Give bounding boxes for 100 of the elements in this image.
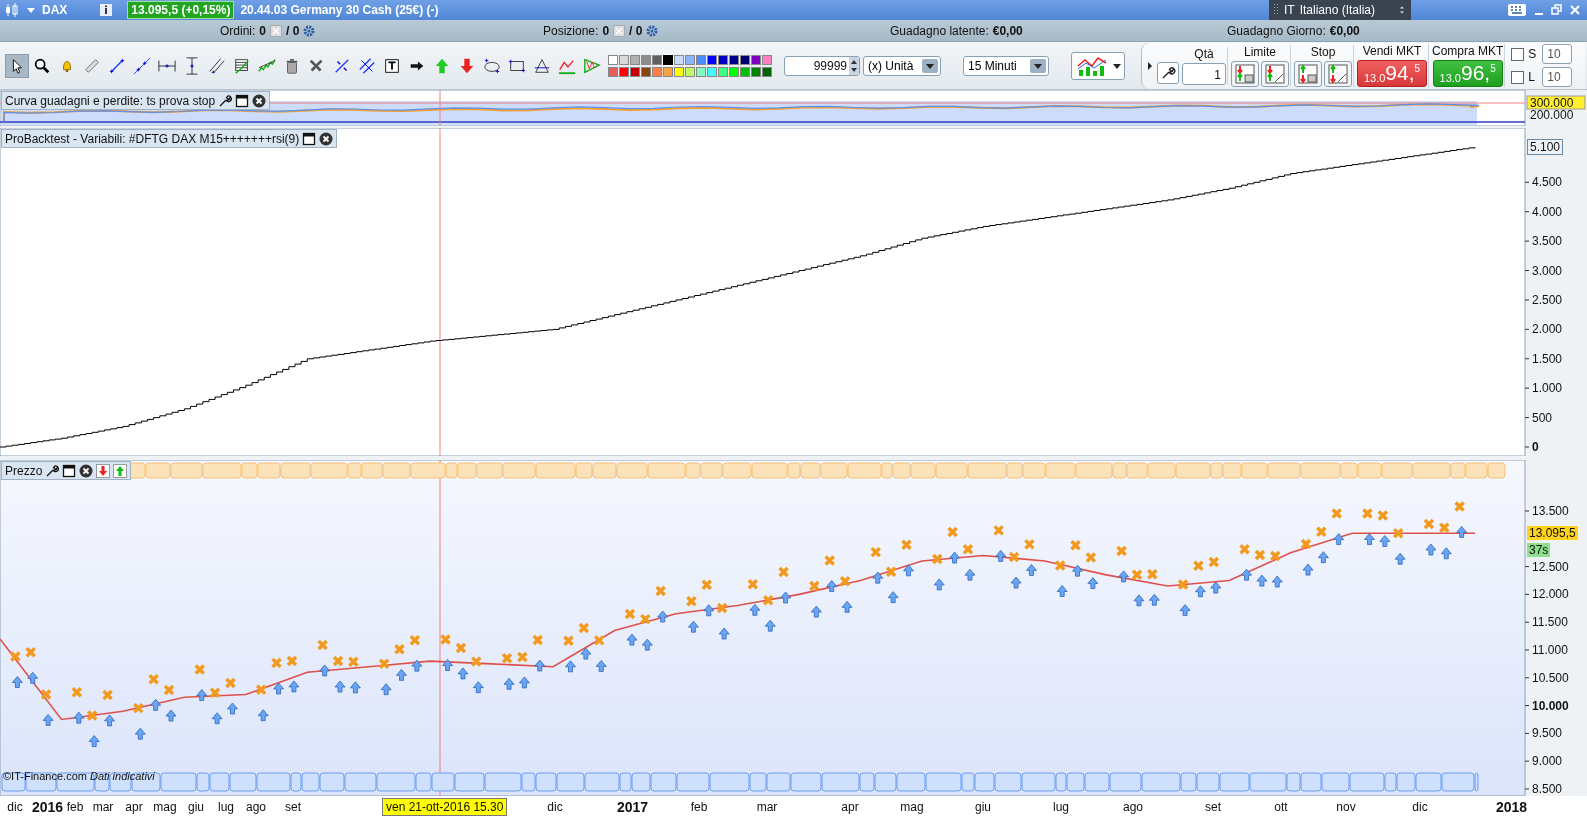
color-swatch[interactable] <box>707 54 717 65</box>
panel-title: ProBacktest - Variabili: #DFTG DAX M15+++++++rsi(9) <box>5 131 300 146</box>
color-swatch[interactable] <box>762 54 772 65</box>
restore-icon[interactable] <box>1551 4 1563 16</box>
unit-dropdown[interactable]: (x) Unità <box>863 55 941 76</box>
collapse-arrow-icon[interactable] <box>1145 60 1155 71</box>
axis-label: 4.500 <box>1532 175 1563 190</box>
color-swatch[interactable] <box>685 54 695 65</box>
color-swatch[interactable] <box>718 54 728 65</box>
quantity-field[interactable]: 99999 <box>784 55 860 76</box>
wrench-icon[interactable] <box>218 93 233 108</box>
checkbox[interactable] <box>1511 47 1525 61</box>
color-swatch[interactable] <box>718 66 728 77</box>
spinner-arrows-icon[interactable] <box>849 56 859 75</box>
color-swatch[interactable] <box>630 54 640 65</box>
axis-label: dic <box>546 800 564 814</box>
color-swatch[interactable] <box>619 66 629 77</box>
axis-label: giu <box>974 800 992 814</box>
color-swatch[interactable] <box>740 66 750 77</box>
info-total: / 0 <box>286 24 300 38</box>
axis-label: 2.000 <box>1532 322 1563 337</box>
info-label: Posizione: <box>543 24 599 38</box>
limit-order-button[interactable] <box>1231 60 1259 87</box>
chart-type-button[interactable] <box>1071 51 1125 80</box>
quantity-input[interactable]: 1 <box>1182 62 1226 85</box>
protection-input[interactable]: 10 <box>1542 67 1573 87</box>
axis-label: 11.000 <box>1532 643 1568 657</box>
up-down-icon[interactable] <box>1397 5 1407 15</box>
settings-button[interactable] <box>1157 61 1179 84</box>
axis-label: 1.000 <box>1532 381 1563 396</box>
axis-label: ott <box>1273 800 1289 814</box>
gear-icon[interactable] <box>646 25 659 37</box>
up-arrow-icon[interactable] <box>113 463 128 478</box>
order-ticket-icon <box>1327 62 1349 85</box>
color-swatch[interactable] <box>674 66 684 77</box>
cancel-box-icon[interactable] <box>613 25 626 37</box>
color-swatch[interactable] <box>652 66 662 77</box>
timeframe-dropdown[interactable]: 15 Minuti <box>963 55 1049 76</box>
window-icon[interactable] <box>62 463 77 478</box>
info-value: 0 <box>259 24 267 38</box>
protection-label: L <box>1528 70 1537 84</box>
stop-order-button[interactable] <box>1294 60 1322 87</box>
axis-label: 200.000 <box>1530 108 1574 122</box>
buy-label: Compra MKT <box>1432 44 1504 58</box>
language-code: IT <box>1284 3 1295 17</box>
axis-label: 10.000 <box>1532 698 1569 713</box>
axis-label: mar <box>91 800 115 814</box>
color-swatch[interactable] <box>608 66 618 77</box>
color-swatch[interactable] <box>762 66 772 77</box>
color-swatch[interactable] <box>630 66 640 77</box>
countdown-label: 37s <box>1527 542 1551 557</box>
axis-label: dic <box>6 800 24 814</box>
sell-label: Vendi MKT <box>1362 44 1422 58</box>
candlestick-icon[interactable] <box>4 2 20 18</box>
color-swatch[interactable] <box>707 66 717 77</box>
stop-order-button[interactable] <box>1324 60 1352 87</box>
color-swatch[interactable] <box>619 54 629 65</box>
color-swatch[interactable] <box>685 66 695 77</box>
wrench-icon[interactable] <box>45 463 60 478</box>
axis-label: nov <box>1335 800 1357 814</box>
color-swatch[interactable] <box>674 54 684 65</box>
info-icon[interactable] <box>99 3 114 17</box>
axis-label: dic <box>1411 800 1429 814</box>
color-swatch[interactable] <box>652 54 662 65</box>
down-arrow-icon[interactable] <box>96 463 111 478</box>
color-swatch[interactable] <box>641 66 651 77</box>
keyboard-icon[interactable] <box>1507 3 1527 17</box>
window-icon[interactable] <box>235 93 250 108</box>
order-ticket-icon <box>1264 62 1286 85</box>
limit-order-button[interactable] <box>1261 60 1289 87</box>
color-swatch[interactable] <box>751 54 761 65</box>
color-swatch[interactable] <box>641 54 651 65</box>
color-swatch[interactable] <box>729 66 739 77</box>
axis-label: 8.500 <box>1532 782 1563 796</box>
window-icon[interactable] <box>302 131 317 146</box>
protection-input[interactable]: 10 <box>1542 44 1573 64</box>
color-swatch[interactable] <box>608 54 618 65</box>
axis-label: set <box>1204 800 1222 814</box>
language-bar[interactable]: IT Italiano (Italia) <box>1269 0 1411 20</box>
color-swatch[interactable] <box>740 54 750 65</box>
close-icon[interactable] <box>319 131 334 146</box>
color-swatch[interactable] <box>696 54 706 65</box>
color-swatch[interactable] <box>696 66 706 77</box>
axis-label: 11.500 <box>1532 615 1568 630</box>
color-swatch[interactable] <box>751 66 761 77</box>
gear-icon[interactable] <box>303 25 316 37</box>
close-icon[interactable] <box>252 93 267 108</box>
checkbox[interactable] <box>1511 70 1525 84</box>
axis-label: apr <box>840 800 860 814</box>
color-swatch[interactable] <box>663 54 673 65</box>
cancel-box-icon[interactable] <box>270 25 283 37</box>
axis-label: 0 <box>1532 440 1539 454</box>
caret-icon[interactable] <box>26 5 36 15</box>
color-swatch[interactable] <box>729 54 739 65</box>
color-swatch[interactable] <box>663 66 673 77</box>
tool-button[interactable] <box>5 53 29 78</box>
axis-label: 10.500 <box>1532 670 1569 685</box>
axis-label: set <box>284 800 302 814</box>
axis-label: 9.000 <box>1532 754 1563 769</box>
close-icon[interactable] <box>79 463 94 478</box>
